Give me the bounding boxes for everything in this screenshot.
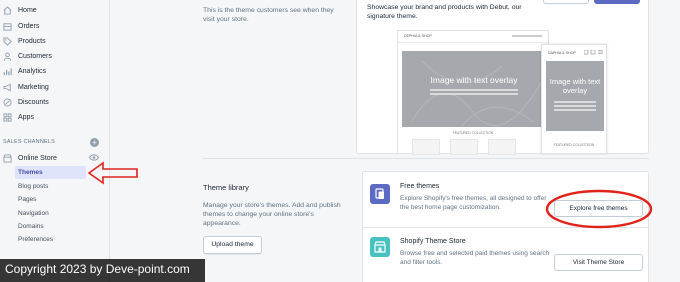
sidebar-sub-item-label: Pages <box>18 196 37 203</box>
megaphone-icon <box>3 83 11 92</box>
sidebar-item-label: Apps <box>18 114 34 121</box>
annotation-arrow <box>87 161 138 185</box>
customize-button[interactable] <box>594 0 640 4</box>
sidebar-sub-item-label: Themes <box>18 169 43 176</box>
sidebar-item-apps[interactable]: Apps <box>0 110 108 125</box>
theme-store-description: Browse free and selected paid themes usi… <box>400 250 550 266</box>
person-icon <box>3 52 12 61</box>
sidebar-sub-item-label: Navigation <box>18 210 49 217</box>
tag-icon <box>3 37 12 46</box>
sidebar-item-label: Discounts <box>18 99 49 106</box>
preview-nav <box>512 35 542 37</box>
preview-product <box>412 139 440 155</box>
sidebar: Home Orders Products Customers Analytics… <box>0 0 110 282</box>
theme-card-description: Showcase your brand and products with De… <box>367 4 522 20</box>
bar-chart-icon <box>3 68 12 76</box>
free-themes-icon <box>370 184 390 204</box>
sidebar-item-label: Home <box>18 7 37 14</box>
visit-theme-store-button[interactable]: Visit Theme Store <box>554 254 643 271</box>
eye-icon[interactable] <box>89 154 99 161</box>
preview-product <box>450 139 478 155</box>
annotation-ellipse <box>545 189 653 229</box>
desktop-theme-preview: DEPHIA & SHOP Image with text overlay FE… <box>397 30 549 155</box>
preview-hero-title: Image with text overlay <box>549 77 601 95</box>
sidebar-item-discounts[interactable]: Discounts <box>0 95 108 110</box>
hero-text-line <box>554 105 596 107</box>
sidebar-sub-item-domains[interactable]: Domains <box>15 220 86 233</box>
free-themes-title: Free themes <box>400 183 440 190</box>
hero-text-line <box>430 89 518 91</box>
sidebar-item-label: Products <box>18 38 46 45</box>
preview-hero-title: Image with text overlay <box>430 75 518 85</box>
preview-logo: DAPHIA & SHOP <box>548 51 576 55</box>
preview-logo: DEPHIA & SHOP <box>404 34 432 38</box>
theme-library-description: Manage your store's themes. Add and publ… <box>203 202 341 227</box>
preview-featured-label: FEATURED COLLECTION <box>452 131 494 135</box>
hero-text-line <box>554 101 596 103</box>
section-divider <box>203 158 649 159</box>
sales-channels-heading: SALES CHANNELS <box>3 139 56 145</box>
preview-product <box>488 139 516 155</box>
preview-hero-image: Image with text overlay <box>546 61 604 131</box>
sidebar-sub-item-blog-posts[interactable]: Blog posts <box>15 180 86 193</box>
preview-header: DEPHIA & SHOP <box>398 31 548 43</box>
theme-store-icon <box>370 237 390 257</box>
sidebar-sub-item-navigation[interactable]: Navigation <box>15 207 86 220</box>
sidebar-item-orders[interactable]: Orders <box>0 19 108 34</box>
free-themes-description: Explore Shopify's free themes, all desig… <box>400 195 547 211</box>
preview-featured-label: FEATURED COLLECTION <box>553 143 595 147</box>
add-sales-channel-icon[interactable]: + <box>90 138 99 147</box>
theme-store-title: Shopify Theme Store <box>400 238 466 245</box>
sidebar-item-label: Analytics <box>18 68 47 75</box>
current-theme-description: This is the theme customers see when the… <box>203 7 334 23</box>
copyright-watermark: Copyright 2023 by Deve-point.com <box>0 259 205 282</box>
sidebar-item-marketing[interactable]: Marketing <box>0 80 108 95</box>
mobile-header-icons <box>584 50 603 55</box>
sidebar-sub-item-label: Blog posts <box>18 183 49 190</box>
upload-theme-button[interactable]: Upload theme <box>203 236 262 254</box>
apps-icon <box>3 113 12 122</box>
sidebar-item-analytics[interactable]: Analytics <box>0 64 108 79</box>
sidebar-item-label: Online Store <box>18 155 57 162</box>
sidebar-sub-item-pages[interactable]: Pages <box>15 193 86 206</box>
sidebar-sub-item-label: Preferences <box>18 236 54 243</box>
sidebar-sub-item-label: Domains <box>18 223 44 230</box>
hero-text-line <box>554 109 596 111</box>
discount-icon <box>3 98 12 107</box>
sidebar-item-customers[interactable]: Customers <box>0 49 108 64</box>
current-theme-card: Showcase your brand and products with De… <box>356 0 649 155</box>
preview-hero-image: Image with text overlay <box>402 51 546 127</box>
theme-library-title: Theme library <box>203 183 249 192</box>
home-icon <box>3 6 12 15</box>
store-icon <box>3 154 12 163</box>
sidebar-item-label: Orders <box>18 23 40 30</box>
sidebar-sub-item-themes[interactable]: Themes <box>15 166 86 179</box>
mobile-theme-preview: DAPHIA & SHOP Image with text overlay FE… <box>541 44 607 154</box>
sidebar-item-label: Customers <box>18 53 52 60</box>
sidebar-item-home[interactable]: Home <box>0 3 108 18</box>
orders-icon <box>3 23 12 31</box>
hero-text-line <box>430 93 518 95</box>
sidebar-sub-item-preferences[interactable]: Preferences <box>15 233 86 246</box>
theme-actions-button[interactable] <box>543 0 589 4</box>
sidebar-item-label: Marketing <box>18 84 49 91</box>
sidebar-item-products[interactable]: Products <box>0 34 108 49</box>
